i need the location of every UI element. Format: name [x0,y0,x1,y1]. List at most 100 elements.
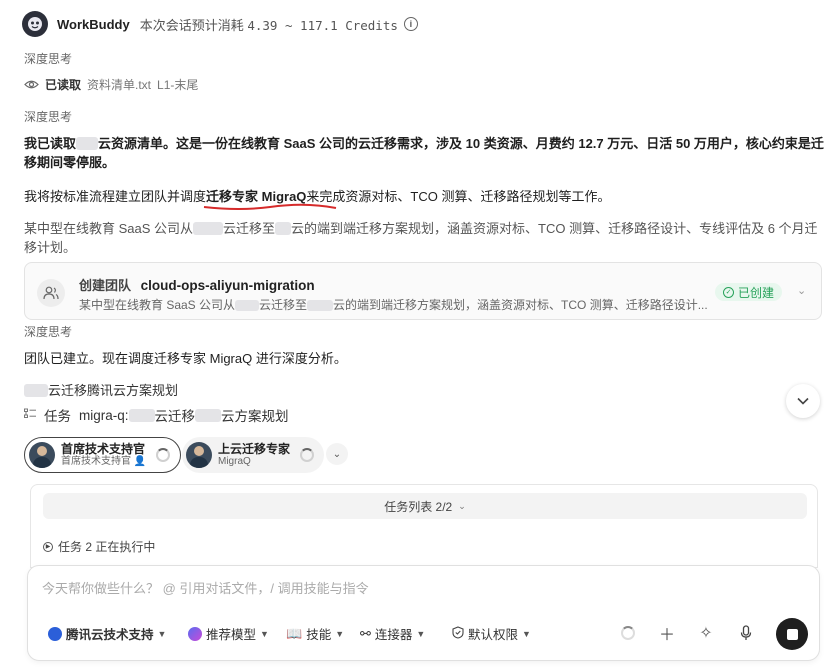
agent-chip-chief[interactable]: 首席技术支持官 首席技术支持官 👤 [24,437,182,473]
task-list-toggle[interactable]: 任务列表 2/2 ⌄ [43,493,807,519]
enhance-button[interactable]: ✧ [695,622,717,644]
create-team-card[interactable]: 创建团队 cloud-ops-aliyun-migration 某中型在线教育 … [24,262,822,320]
text-segment: migra-q: [79,407,129,423]
message-paragraph-1: 我已读取 云资源清单。这是一份在线教育 SaaS 公司的云迁移需求，涉及 10 类… [24,134,824,172]
chevron-down-icon: ▼ [260,628,269,639]
task-list-label: 任务列表 2/2 [384,499,453,514]
read-file-step[interactable]: 已读取 资料清单.txt L1-末尾 [24,76,198,93]
loading-icon [617,622,639,644]
team-label: 创建团队 [79,278,132,293]
redacted-mask [76,137,99,150]
permission-label: 默认权限 [468,628,519,642]
thinking-label[interactable]: 深度思考 [24,108,72,125]
check-circle-icon: ✓ [723,286,734,298]
connector-label: 连接器 [374,628,413,642]
connector-selector[interactable]: ⚯ 连接器 ▼ [360,624,425,643]
agent-name: 上云迁移专家 [218,441,291,456]
read-range: L1-末尾 [157,78,199,92]
scroll-down-button[interactable] [786,384,820,418]
agent-selector-label: 腾讯云技术支持 [66,628,154,642]
stop-button[interactable] [776,618,808,650]
redacted-mask [275,222,292,235]
text-segment: 云的端到端迁移方案规划，涵盖资源对标、TCO 测算、迁移路径设计、专线评估及 6… [291,221,818,236]
chat-input[interactable]: 今天帮你做些什么？ @ 引用对话文件，/ 调用技能与指令 [42,578,369,597]
message-paragraph-4: 团队已建立。现在调度迁移专家 MigraQ 进行深度分析。 [24,351,347,366]
task-label: 任务 [44,409,71,424]
person-icon: 👤 [133,455,147,467]
info-icon[interactable]: i [403,17,418,31]
stop-icon [786,628,798,640]
cost-prefix: 本次会话预计消耗 [139,17,244,33]
chevron-down-icon: ▼ [522,628,531,639]
loading-spinner-icon [300,448,315,462]
agent-role: 首席技术支持官 👤 [61,456,146,468]
text-segment: 我将按标准流程建立团队并调度 [24,189,207,204]
plan-title: 云迁移腾讯云方案规划 [24,381,824,400]
text-segment: 我已读取 [24,136,77,151]
play-circle-icon: ▶ [43,541,53,552]
voice-button[interactable] [735,622,757,644]
text-segment: 云迁移至 [259,298,308,312]
model-selector-label: 推荐模型 [206,628,257,642]
read-status: 已读取 [45,78,82,92]
status-text: 已创建 [738,285,775,300]
skills-label: 技能 [306,628,332,642]
chevron-down-icon[interactable]: ⌄ [797,284,806,297]
users-icon [37,279,65,307]
sparkle-icon: ✧ [699,625,713,642]
permission-selector[interactable]: 默认权限 ▼ [452,624,531,643]
eye-icon [24,80,39,89]
redacted-mask [24,384,48,397]
chevron-down-icon: ⌄ [332,448,342,460]
cost-value: 4.39 ~ 117.1 Credits [247,17,398,33]
status-badge: ✓ 已创建 [715,283,783,301]
model-selector[interactable]: 推荐模型 ▼ [188,624,269,643]
agent-chip-migraq[interactable]: 上云迁移专家 MigraQ [182,437,325,473]
task-panel: 任务列表 2/2 ⌄ ▶ 任务 2 正在执行中 [30,484,818,568]
chevron-down-icon: ▼ [157,628,167,639]
chevron-down-icon: ▼ [416,628,426,639]
red-underline-annotation [203,203,337,210]
text-segment: 云迁移腾讯云方案规划 [48,383,179,398]
task-status: ▶ 任务 2 正在执行中 [43,538,155,555]
redacted-mask [235,300,260,311]
agent-role: MigraQ [218,455,251,467]
brand-name: WorkBuddy [57,16,130,32]
text-segment: 云方案规划 [221,409,289,424]
agent-role-text: 首席技术支持官 [61,455,131,467]
team-name: cloud-ops-aliyun-migration [140,278,315,293]
redacted-mask [128,408,155,422]
team-description: 某中型在线教育 SaaS 公司从 云迁移至 云的端到端迁移方案规划，涵盖资源对标、T… [79,296,708,313]
thinking-label[interactable]: 深度思考 [24,50,72,67]
read-file-name: 资料清单.txt [87,78,152,92]
avatar [29,442,55,468]
cost-estimate: 本次会话预计消耗 4.39 ~ 117.1 Credits [140,15,398,34]
book-icon: 📖 [286,625,303,641]
text-segment: 某中型在线教育 SaaS 公司从 [24,221,194,236]
text-segment: 云的端到端迁移方案规划，涵盖资源对标、TCO 测算、迁移路径设计... [333,298,708,312]
chat-input-box[interactable]: 今天帮你做些什么？ @ 引用对话文件，/ 调用技能与指令 腾讯云技术支持 ▼ 推… [27,565,820,661]
link-icon: ⚯ [360,625,371,641]
text-segment: 云资源清单。这是一份在线教育 SaaS 公司的云迁移需求，涉及 10 类资源、月… [98,136,824,151]
redacted-mask [193,222,224,235]
text-segment: 移计划。 [24,240,77,255]
chevron-down-icon: ▼ [335,628,345,639]
expand-agents-button[interactable]: ⌄ [326,443,348,465]
task-line[interactable]: 任务 migra-q: 云迁移 云方案规划 [24,405,289,425]
thinking-label[interactable]: 深度思考 [24,323,72,340]
message-paragraph-3: 某中型在线教育 SaaS 公司从 云迁移至 云的端到端迁移方案规划，涵盖资源对标、T… [24,219,824,257]
model-icon [188,626,202,641]
text-segment: 云迁移 [154,409,196,424]
agent-selector[interactable]: 腾讯云技术支持 ▼ [48,624,166,643]
microphone-icon [740,625,752,640]
text-segment: 来完成资源对标、TCO 测算、迁移路径规划等工作。 [306,189,611,204]
workbuddy-logo-icon [22,11,48,37]
redacted-mask [195,408,222,422]
shield-icon [452,625,464,642]
tencent-cloud-icon [48,626,62,641]
chevron-down-icon: ⌄ [458,500,466,511]
skills-selector[interactable]: 📖 技能 ▼ [286,624,344,643]
task-list-icon [24,408,36,423]
add-button[interactable]: ＋ [656,622,678,644]
team-title: 创建团队 cloud-ops-aliyun-migration [79,275,315,294]
